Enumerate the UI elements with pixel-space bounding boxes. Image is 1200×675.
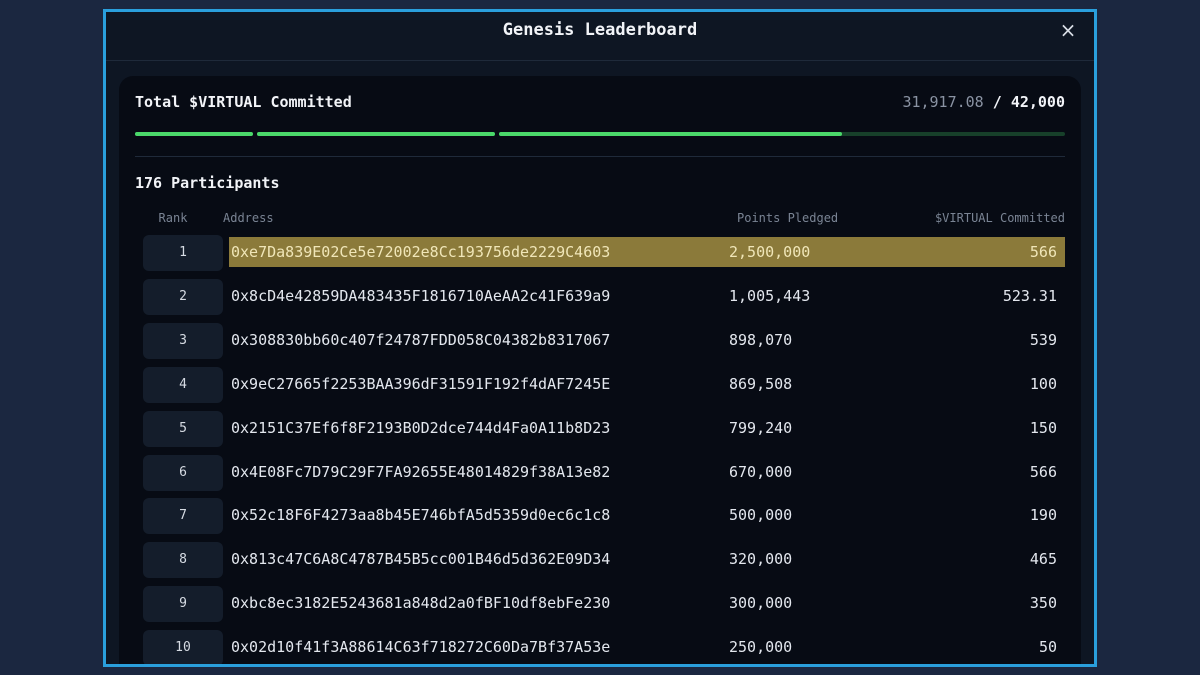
row-content: 0xe7Da839E02Ce5e72002e8Cc193756de2229C46… bbox=[229, 237, 1065, 267]
row-content: 0x02d10f41f3A88614C63f718272C60Da7Bf37A5… bbox=[229, 632, 1065, 662]
virtual-cell: 190 bbox=[1029, 506, 1057, 525]
rank-cell: 6 bbox=[143, 454, 223, 491]
address-cell[interactable]: 0x813c47C6A8C4787B45B5cc001B46d5d362E09D… bbox=[231, 544, 610, 574]
progress-segment bbox=[257, 132, 495, 136]
rank-cell: 7 bbox=[143, 498, 223, 535]
virtual-cell: 523.31 bbox=[1002, 286, 1057, 305]
table-row[interactable]: 5 0x2151C37Ef6f8F2193B0D2dce744d4Fa0A11b8… bbox=[119, 410, 1081, 447]
row-content: 0x308830bb60c407f24787FDD058C04382b83170… bbox=[229, 325, 1065, 355]
address-cell[interactable]: 0x02d10f41f3A88614C63f718272C60Da7Bf37A5… bbox=[231, 632, 610, 662]
target-amount: 42,000 bbox=[1010, 93, 1065, 111]
virtual-cell: 566 bbox=[1029, 243, 1057, 261]
virtual-cell: 465 bbox=[1029, 550, 1057, 569]
column-header-virtual: $VIRTUAL Committed bbox=[934, 211, 1065, 225]
commit-progress-bar bbox=[135, 132, 1065, 136]
column-header-points: Points Pledged bbox=[737, 211, 839, 225]
address-cell[interactable]: 0xe7Da839E02Ce5e72002e8Cc193756de2229C46… bbox=[231, 237, 610, 267]
leaderboard-modal: Genesis Leaderboard × Total $VIRTUAL Com… bbox=[103, 9, 1097, 667]
points-cell: 799,240 bbox=[729, 418, 793, 437]
points-cell: 1,005,443 bbox=[729, 286, 811, 305]
points-cell: 500,000 bbox=[729, 506, 793, 525]
virtual-cell: 566 bbox=[1029, 462, 1057, 481]
rank-cell: 1 bbox=[143, 235, 223, 271]
points-cell: 898,070 bbox=[729, 330, 793, 349]
rank-cell: 8 bbox=[143, 542, 223, 579]
committed-amount: 31,917.08 bbox=[902, 93, 984, 111]
rank-cell: 4 bbox=[143, 366, 223, 403]
divider bbox=[135, 156, 1065, 157]
rank-cell: 2 bbox=[143, 278, 223, 315]
row-content: 0x52c18F6F4273aa8b45E746bfA5d5359d0ec6c1… bbox=[229, 500, 1065, 530]
rank-cell: 3 bbox=[143, 322, 223, 359]
modal-title: Genesis Leaderboard bbox=[502, 20, 698, 40]
participants-count: 176 Participants bbox=[135, 174, 280, 192]
address-cell[interactable]: 0x2151C37Ef6f8F2193B0D2dce744d4Fa0A11b8D… bbox=[231, 413, 610, 443]
progress-segment bbox=[499, 132, 1065, 136]
total-committed-label: Total $VIRTUAL Committed bbox=[135, 93, 352, 111]
leaderboard-panel: Total $VIRTUAL Committed 31,917.08 / 42,… bbox=[119, 76, 1081, 664]
row-content: 0x813c47C6A8C4787B45B5cc001B46d5d362E09D… bbox=[229, 544, 1065, 574]
progress-segment bbox=[135, 132, 253, 136]
row-content: 0xbc8ec3182E5243681a848d2a0fBF10df8ebFe2… bbox=[229, 588, 1065, 618]
address-cell[interactable]: 0x308830bb60c407f24787FDD058C04382b83170… bbox=[231, 325, 610, 355]
rank-cell: 10 bbox=[143, 630, 223, 664]
address-cell[interactable]: 0xbc8ec3182E5243681a848d2a0fBF10df8ebFe2… bbox=[231, 588, 610, 618]
table-row[interactable]: 1 0xe7Da839E02Ce5e72002e8Cc193756de2229C4… bbox=[119, 235, 1081, 271]
points-cell: 250,000 bbox=[729, 638, 793, 657]
virtual-cell: 50 bbox=[1038, 638, 1057, 657]
column-header-address: Address bbox=[223, 211, 274, 225]
address-cell[interactable]: 0x4E08Fc7D79C29F7FA92655E48014829f38A13e… bbox=[231, 457, 610, 487]
virtual-cell: 100 bbox=[1029, 374, 1057, 393]
table-row[interactable]: 8 0x813c47C6A8C4787B45B5cc001B46d5d362E09… bbox=[119, 542, 1081, 579]
table-row[interactable]: 6 0x4E08Fc7D79C29F7FA92655E48014829f38A13… bbox=[119, 454, 1081, 491]
amount-separator: / bbox=[992, 93, 1002, 111]
row-content: 0x2151C37Ef6f8F2193B0D2dce744d4Fa0A11b8D… bbox=[229, 413, 1065, 443]
table-row[interactable]: 3 0x308830bb60c407f24787FDD058C04382b8317… bbox=[119, 322, 1081, 359]
points-cell: 320,000 bbox=[729, 550, 793, 569]
row-content: 0x4E08Fc7D79C29F7FA92655E48014829f38A13e… bbox=[229, 457, 1065, 487]
virtual-cell: 150 bbox=[1029, 418, 1057, 437]
table-row[interactable]: 7 0x52c18F6F4273aa8b45E746bfA5d5359d0ec6c… bbox=[119, 498, 1081, 535]
points-cell: 869,508 bbox=[729, 374, 793, 393]
total-committed-values: 31,917.08 / 42,000 bbox=[902, 93, 1065, 111]
rank-cell: 9 bbox=[143, 586, 223, 623]
rank-cell: 5 bbox=[143, 410, 223, 447]
address-cell[interactable]: 0x52c18F6F4273aa8b45E746bfA5d5359d0ec6c1… bbox=[231, 500, 610, 530]
modal-header: Genesis Leaderboard × bbox=[106, 12, 1094, 61]
virtual-cell: 350 bbox=[1029, 594, 1057, 613]
table-row[interactable]: 4 0x9eC27665f2253BAA396dF31591F192f4dAF72… bbox=[119, 366, 1081, 403]
address-cell[interactable]: 0x9eC27665f2253BAA396dF31591F192f4dAF724… bbox=[231, 369, 610, 399]
column-header-rank: Rank bbox=[158, 211, 188, 225]
table-row[interactable]: 9 0xbc8ec3182E5243681a848d2a0fBF10df8ebFe… bbox=[119, 586, 1081, 623]
close-icon[interactable]: × bbox=[1056, 18, 1080, 42]
row-content: 0x9eC27665f2253BAA396dF31591F192f4dAF724… bbox=[229, 369, 1065, 399]
virtual-cell: 539 bbox=[1029, 330, 1057, 349]
table-row[interactable]: 2 0x8cD4e42859DA483435F1816710AeAA2c41F63… bbox=[119, 278, 1081, 315]
address-cell[interactable]: 0x8cD4e42859DA483435F1816710AeAA2c41F639… bbox=[231, 281, 610, 311]
row-content: 0x8cD4e42859DA483435F1816710AeAA2c41F639… bbox=[229, 281, 1065, 311]
points-cell: 670,000 bbox=[729, 462, 793, 481]
points-cell: 2,500,000 bbox=[729, 243, 811, 261]
table-row[interactable]: 10 0x02d10f41f3A88614C63f718272C60Da7Bf37… bbox=[119, 630, 1081, 664]
points-cell: 300,000 bbox=[729, 594, 793, 613]
